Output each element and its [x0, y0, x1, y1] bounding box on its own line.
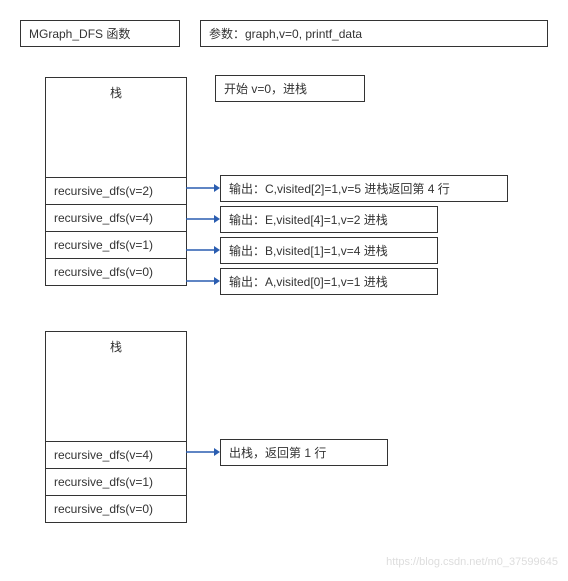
output-1-0: 输出：C,visited[2]=1,v=5 进栈返回第 4 行: [220, 175, 508, 202]
stack-2: 栈 recursive_dfs(v=4) recursive_dfs(v=1) …: [45, 331, 187, 523]
arrow-1-3: [186, 275, 220, 276]
output-1-3: 输出：A,visited[0]=1,v=1 进栈: [220, 268, 438, 295]
stack-section-1: 栈 recursive_dfs(v=2) recursive_dfs(v=4) …: [20, 77, 548, 286]
stack-1-title: 栈: [46, 78, 186, 107]
output-1-3-text: 输出：A,visited[0]=1,v=1 进栈: [229, 275, 388, 289]
params-box: 参数：graph,v=0, printf_data: [200, 20, 548, 47]
stack-1-item-3: recursive_dfs(v=0): [46, 258, 186, 285]
output-1-2: 输出：B,visited[1]=1,v=4 进栈: [220, 237, 438, 264]
stack-1-item-2: recursive_dfs(v=1): [46, 231, 186, 258]
stack-1-item-1: recursive_dfs(v=4): [46, 204, 186, 231]
output-1-1-text: 输出：E,visited[4]=1,v=2 进栈: [229, 213, 388, 227]
output-2-0: 出栈，返回第 1 行: [220, 439, 388, 466]
stack-1-item-0: recursive_dfs(v=2): [46, 177, 186, 204]
arrow-1-1: [186, 213, 220, 214]
stack-2-item-2: recursive_dfs(v=0): [46, 495, 186, 522]
stack-1-empty: [46, 107, 186, 177]
stack-2-item-1: recursive_dfs(v=1): [46, 468, 186, 495]
stack-1: 栈 recursive_dfs(v=2) recursive_dfs(v=4) …: [45, 77, 187, 286]
output-1-2-text: 输出：B,visited[1]=1,v=4 进栈: [229, 244, 388, 258]
output-1-1: 输出：E,visited[4]=1,v=2 进栈: [220, 206, 438, 233]
function-name-box: MGraph_DFS 函数: [20, 20, 180, 47]
stack-2-item-0: recursive_dfs(v=4): [46, 441, 186, 468]
stack-section-2: 栈 recursive_dfs(v=4) recursive_dfs(v=1) …: [20, 331, 548, 523]
arrow-1-0: [186, 182, 220, 183]
output-2-0-text: 出栈，返回第 1 行: [229, 446, 326, 460]
watermark: https://blog.csdn.net/m0_37599645: [386, 556, 558, 568]
output-1-0-text: 输出：C,visited[2]=1,v=5 进栈返回第 4 行: [229, 182, 450, 196]
stack-2-title: 栈: [46, 332, 186, 361]
header-row: MGraph_DFS 函数 参数：graph,v=0, printf_data: [20, 20, 548, 47]
function-name: MGraph_DFS 函数: [29, 27, 130, 41]
arrow-2-0: [186, 446, 220, 447]
stack-2-empty: [46, 361, 186, 441]
params-text: 参数：graph,v=0, printf_data: [209, 27, 362, 41]
arrow-1-2: [186, 244, 220, 245]
